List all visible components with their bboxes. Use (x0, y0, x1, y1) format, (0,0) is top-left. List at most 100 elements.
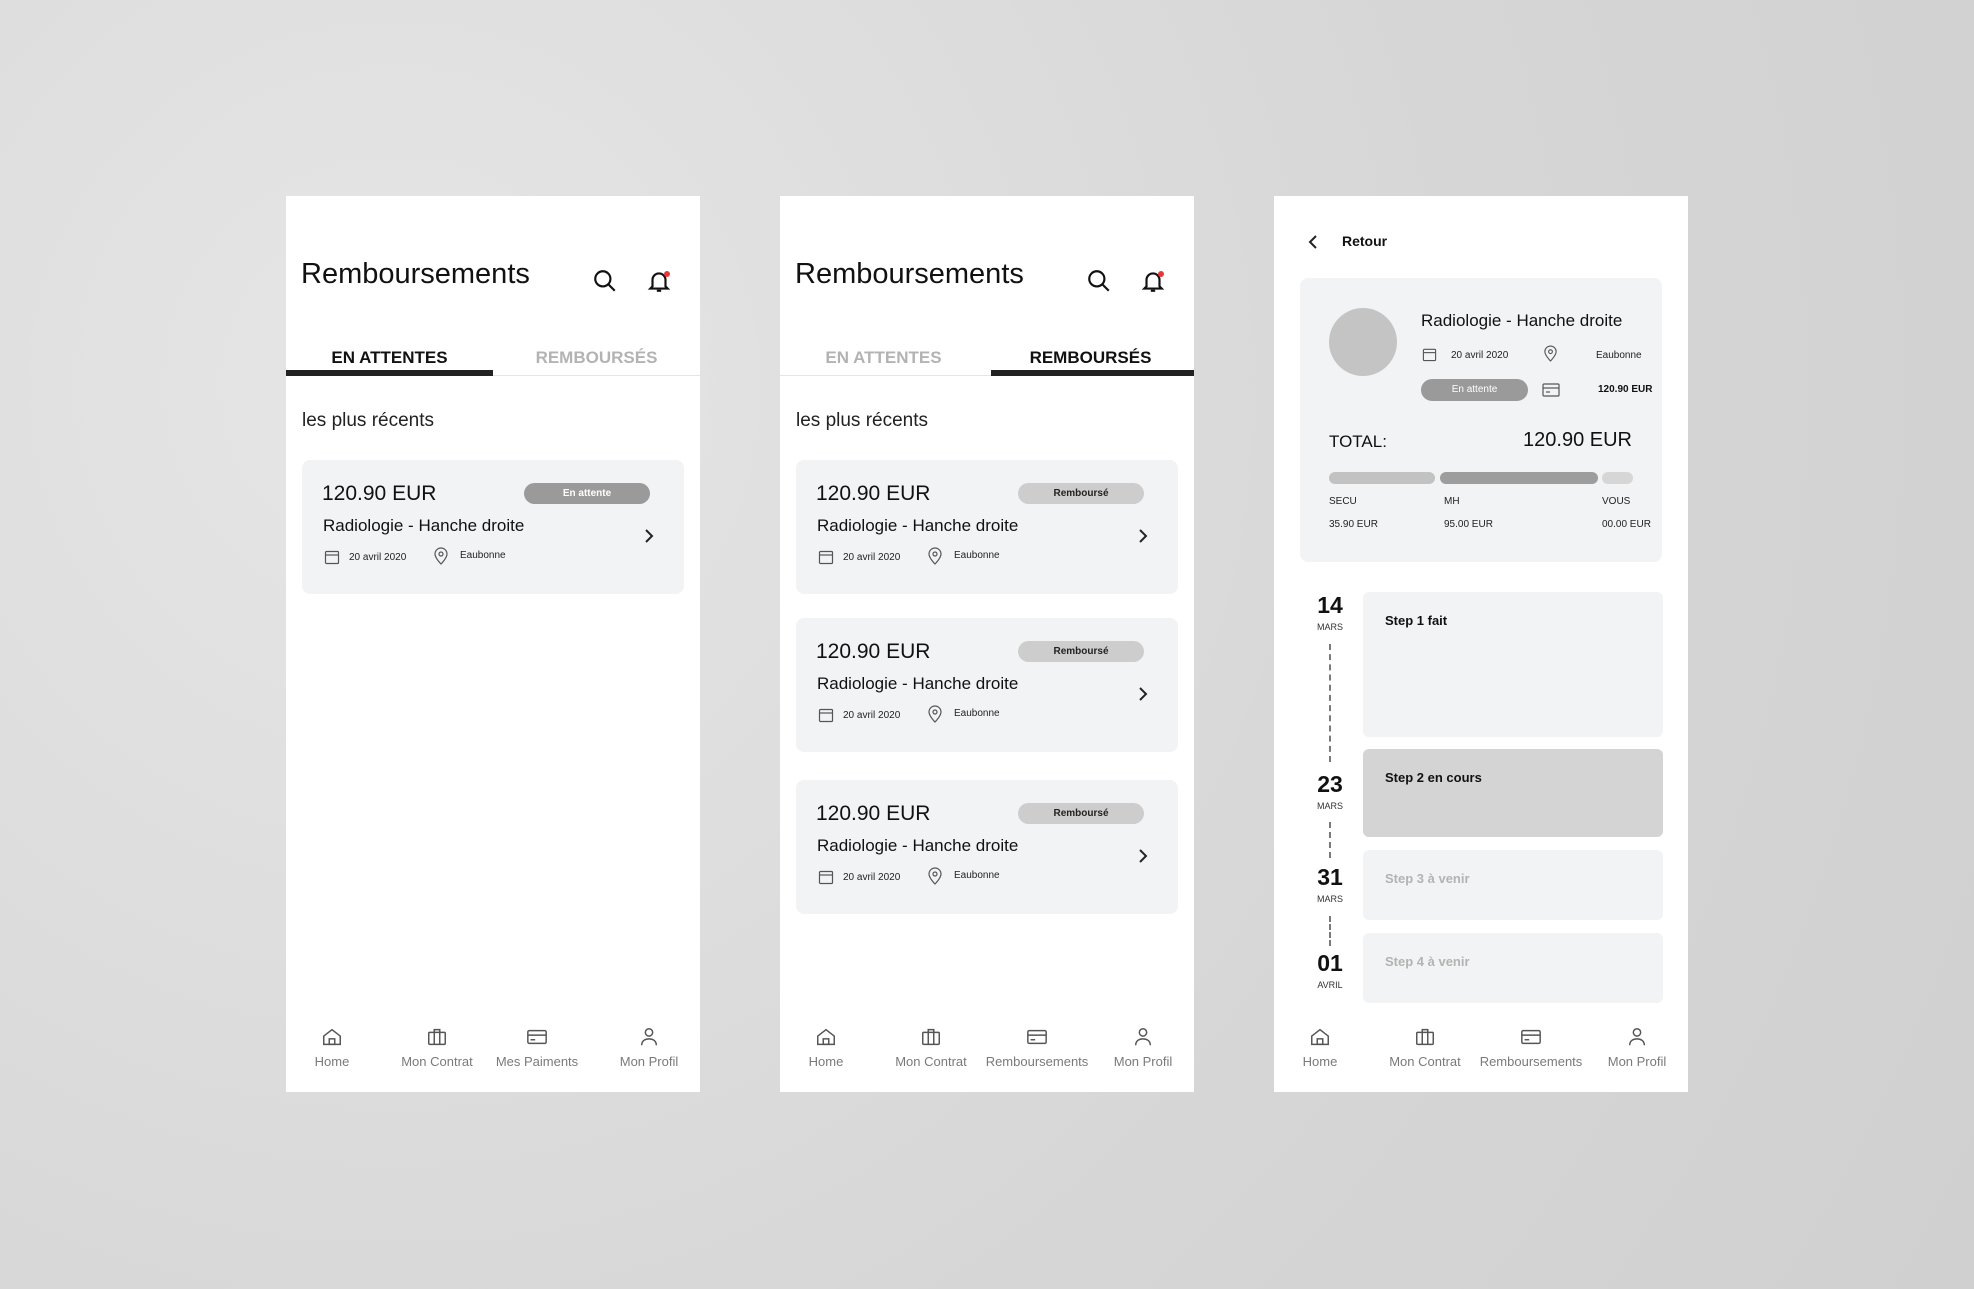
timeline-step[interactable]: Step 3 à venir (1363, 850, 1663, 920)
claim-place: Eaubonne (954, 550, 1000, 561)
status-badge: En attente (1421, 379, 1528, 401)
screen-pending: Remboursements EN ATTENTES REMBOURSÉS le… (286, 196, 700, 1092)
search-icon[interactable] (1086, 268, 1112, 294)
calendar-icon (818, 550, 834, 565)
timeline-day: 14 (1317, 592, 1343, 618)
timeline-date: 31 MARS (1304, 864, 1356, 904)
credit-card-icon (527, 1029, 547, 1045)
nav-profile-label: Mon Profil (1113, 1054, 1173, 1069)
briefcase-icon (1416, 1028, 1434, 1046)
timeline-month: AVRIL (1317, 980, 1343, 990)
section-title: les plus récents (796, 410, 929, 431)
claim-date: 20 avril 2020 (843, 710, 901, 721)
timeline-month: MARS (1316, 801, 1343, 811)
payment-amount: 120.90 EUR (1598, 384, 1653, 395)
tab-pending[interactable]: EN ATTENTES (780, 340, 987, 376)
timeline-connector (1329, 644, 1331, 762)
credit-card-icon (1542, 383, 1560, 397)
nav-profile[interactable]: Mon Profil (1604, 1026, 1670, 1069)
timeline-date: 01 AVRIL (1304, 950, 1356, 990)
location-pin-icon (1544, 345, 1557, 362)
calendar-icon (818, 870, 834, 885)
nav-contract-label: Mon Contrat (401, 1054, 473, 1069)
claim-card[interactable]: 120.90 EUR En attente Radiologie - Hanch… (302, 460, 684, 594)
claim-date: 20 avril 2020 (349, 552, 407, 563)
timeline-step-label: Step 4 à venir (1385, 954, 1470, 969)
user-icon (1134, 1028, 1152, 1046)
chevron-left-icon[interactable] (1306, 234, 1320, 250)
credit-card-icon (1521, 1029, 1541, 1045)
location-pin-icon (434, 547, 448, 565)
total-value: 120.90 EUR (1523, 429, 1632, 451)
user-icon (1628, 1028, 1646, 1046)
breakdown-value: 00.00 EUR (1602, 519, 1651, 530)
claim-date: 20 avril 2020 (1451, 350, 1509, 361)
briefcase-icon (428, 1028, 446, 1046)
breakdown-name: VOUS (1602, 496, 1631, 507)
nav-home-label: Home (314, 1054, 350, 1069)
screen-refunded: Remboursements EN ATTENTES REMBOURSÉS le… (780, 196, 1194, 1092)
claim-amount: 120.90 EUR (816, 640, 931, 663)
claim-card[interactable]: 120.90 EUR Remboursé Radiologie - Hanche… (796, 618, 1178, 752)
search-icon[interactable] (592, 268, 618, 294)
nav-payments[interactable]: Mes Paiments (492, 1026, 582, 1069)
timeline-date: 14 MARS (1304, 592, 1356, 632)
briefcase-icon (922, 1028, 940, 1046)
claim-label: Radiologie - Hanche droite (817, 516, 1019, 535)
status-badge: Remboursé (1018, 483, 1144, 504)
timeline-step-current[interactable]: Step 2 en cours (1363, 749, 1663, 837)
nav-home-label: Home (808, 1054, 844, 1069)
claim-label: Radiologie - Hanche droite (323, 516, 525, 535)
timeline-step-label: Step 1 fait (1385, 613, 1448, 628)
timeline-step-label: Step 3 à venir (1385, 871, 1470, 886)
nav-home[interactable]: Home (302, 1026, 362, 1069)
claim-place: Eaubonne (954, 708, 1000, 719)
nav-payments-label: Mes Paiments (495, 1054, 579, 1069)
status-badge: En attente (524, 483, 650, 504)
screen-detail: Retour Radiologie - Hanche droite 20 avr… (1274, 196, 1688, 1092)
home-icon (323, 1028, 341, 1046)
nav-refunds[interactable]: Remboursements (1478, 1026, 1584, 1069)
breakdown-value: 95.00 EUR (1444, 519, 1493, 530)
back-button[interactable]: Retour (1342, 233, 1387, 249)
claim-card[interactable]: 120.90 EUR Remboursé Radiologie - Hanche… (796, 460, 1178, 594)
nav-profile-label: Mon Profil (619, 1054, 679, 1069)
nav-contract[interactable]: Mon Contrat (891, 1026, 971, 1069)
timeline-day: 31 (1317, 864, 1343, 890)
notification-dot (1158, 271, 1164, 277)
chevron-right-icon[interactable] (642, 528, 656, 544)
timeline-step[interactable]: Step 1 fait (1363, 592, 1663, 737)
nav-profile[interactable]: Mon Profil (616, 1026, 682, 1069)
timeline-step[interactable]: Step 4 à venir (1363, 933, 1663, 1003)
nav-refunds-label: Remboursements (985, 1054, 1089, 1069)
total-label: TOTAL: (1329, 432, 1387, 451)
nav-profile-label: Mon Profil (1607, 1054, 1667, 1069)
timeline-day: 23 (1317, 771, 1343, 797)
tab-refunded[interactable]: REMBOURSÉS (493, 340, 700, 376)
claim-card[interactable]: 120.90 EUR Remboursé Radiologie - Hanche… (796, 780, 1178, 914)
nav-profile[interactable]: Mon Profil (1110, 1026, 1176, 1069)
breakdown-name: SECU (1329, 496, 1357, 507)
chevron-right-icon[interactable] (1136, 528, 1150, 544)
tab-indicator (991, 370, 1194, 376)
nav-refunds[interactable]: Remboursements (984, 1026, 1090, 1069)
location-pin-icon (928, 547, 942, 565)
claim-summary-card: Radiologie - Hanche droite 20 avril 2020… (1300, 278, 1662, 562)
nav-contract[interactable]: Mon Contrat (397, 1026, 477, 1069)
nav-home-label: Home (1302, 1054, 1338, 1069)
nav-refunds-label: Remboursements (1479, 1054, 1583, 1069)
chevron-right-icon[interactable] (1136, 686, 1150, 702)
timeline-step-label: Step 2 en cours (1385, 770, 1482, 785)
timeline-connector (1329, 916, 1331, 946)
nav-home[interactable]: Home (796, 1026, 856, 1069)
page-title: Remboursements (301, 258, 530, 290)
calendar-icon (1422, 348, 1437, 362)
nav-contract-label: Mon Contrat (895, 1054, 967, 1069)
breakdown-bar-vous (1602, 472, 1633, 484)
chevron-right-icon[interactable] (1136, 848, 1150, 864)
nav-home[interactable]: Home (1290, 1026, 1350, 1069)
nav-contract[interactable]: Mon Contrat (1385, 1026, 1465, 1069)
nav-contract-label: Mon Contrat (1389, 1054, 1461, 1069)
timeline-day: 01 (1317, 950, 1343, 976)
credit-card-icon (1027, 1029, 1047, 1045)
